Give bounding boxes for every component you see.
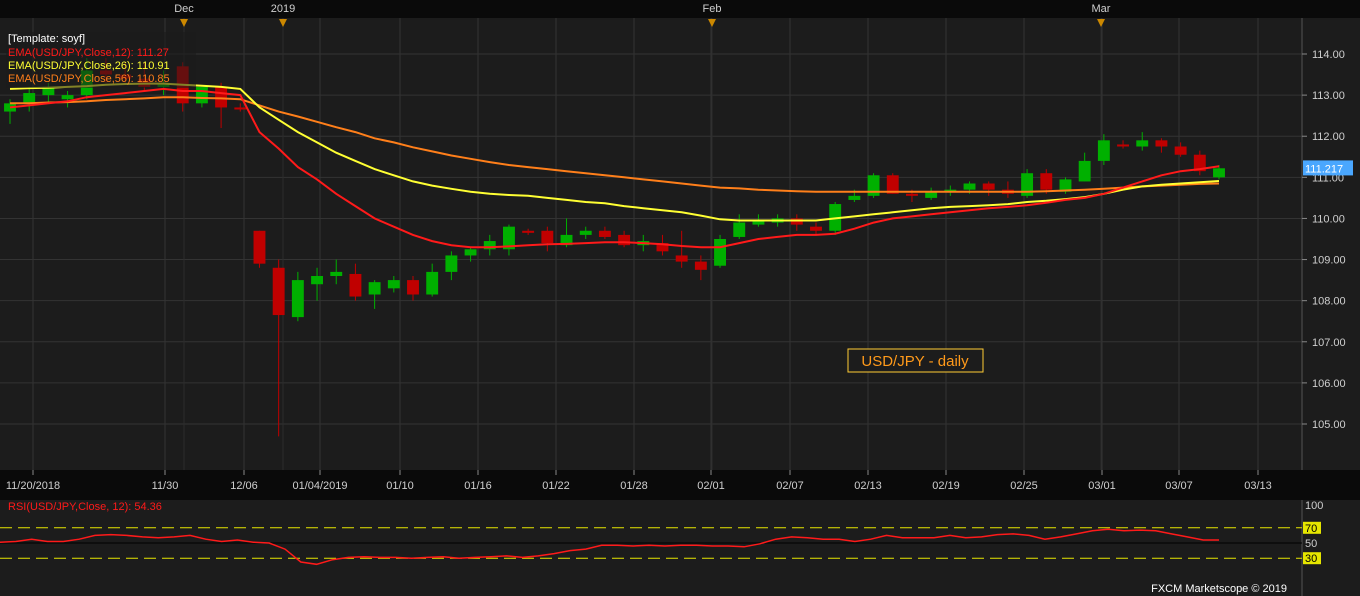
template-label: [Template: soyf] (8, 33, 85, 45)
date-label: 03/07 (1165, 480, 1193, 492)
candle (867, 173, 880, 198)
candle-body (234, 107, 247, 110)
date-label: 01/28 (620, 480, 648, 492)
date-label: 01/10 (386, 480, 414, 492)
date-label: 11/20/2018 (6, 480, 60, 492)
candle-body (291, 280, 304, 318)
candle-body (963, 183, 976, 190)
price-axis[interactable] (1302, 18, 1360, 470)
date-label: 03/01 (1088, 480, 1116, 492)
candle (1021, 169, 1034, 198)
chart-title: USD/JPY - daily (861, 353, 969, 370)
candle-body (426, 271, 439, 295)
rsi-tick-label: 70 (1305, 523, 1317, 535)
rsi-ticks: 100 70 50 30 (1303, 500, 1323, 565)
candle-body (982, 183, 995, 190)
chart-window: Dec 2019 Feb Mar [Template: soyf] EMA(USD/J… (0, 0, 1360, 596)
date-label: 02/07 (776, 480, 804, 492)
price-tick-label: 110.00 (1312, 213, 1345, 225)
price-tick-label: 113.00 (1312, 90, 1345, 102)
date-label: 11/30 (152, 480, 179, 492)
rsi-tick-label: 30 (1305, 553, 1317, 565)
legend-ema26: EMA(USD/JPY,Close,26): 110.91 (8, 60, 170, 72)
candle-body (694, 261, 707, 270)
top-marker-label: Mar (1092, 3, 1111, 15)
candle-body (1040, 173, 1053, 190)
price-tick-label: 114.00 (1312, 49, 1345, 61)
date-label: 02/13 (854, 480, 882, 492)
copyright: FXCM Marketscope © 2019 (1151, 583, 1287, 595)
current-price-label: 111.217 (1305, 163, 1343, 175)
price-tick-label: 107.00 (1312, 337, 1346, 349)
candle-body (330, 271, 343, 276)
date-label: 02/01 (697, 480, 725, 492)
candle-body (311, 276, 323, 285)
date-label: 01/04/2019 (292, 480, 347, 492)
rsi-legend: RSI(USD/JPY,Close, 12): 54.36 (8, 501, 162, 513)
candle (714, 234, 726, 268)
top-marker-label: 2019 (271, 3, 295, 15)
candle-body (195, 86, 208, 104)
price-tick-label: 108.00 (1312, 296, 1346, 308)
candle-body (464, 249, 477, 256)
candle-body (1136, 140, 1149, 147)
candle-body (1174, 146, 1187, 155)
candle-body (733, 222, 746, 237)
legend: [Template: soyf] EMA(USD/JPY,Close,12): … (6, 32, 196, 88)
candle-body (1097, 140, 1110, 161)
price-tick-label: 105.00 (1312, 419, 1346, 431)
candle-body (1155, 140, 1168, 147)
date-label: 03/13 (1244, 480, 1272, 492)
candle (253, 230, 266, 268)
price-tick-label: 112.00 (1312, 131, 1345, 143)
candle-body (790, 218, 803, 225)
chart-title-box: USD/JPY - daily (847, 348, 984, 373)
candle-body (598, 230, 611, 237)
candle-body (1213, 168, 1225, 178)
candle-body (618, 234, 631, 246)
date-label: 01/22 (542, 480, 570, 492)
candle-body (1117, 144, 1129, 147)
candle-body (61, 95, 74, 100)
candle-body (848, 195, 861, 200)
candle-body (906, 193, 918, 196)
candle-body (541, 230, 554, 244)
price-tick-label: 106.00 (1312, 378, 1346, 390)
date-label: 01/16 (464, 480, 492, 492)
candle-body (714, 239, 726, 266)
top-time-strip (0, 0, 1360, 18)
current-price-tag: 111.217 (1303, 160, 1353, 176)
candle-body (675, 255, 688, 262)
candle-body (253, 230, 266, 264)
legend-ema12: EMA(USD/JPY,Close,12): 111.27 (8, 47, 169, 59)
candle-body (579, 230, 592, 235)
top-marker-label: Dec (174, 3, 194, 15)
candle (886, 173, 899, 194)
top-marker-label: Feb (703, 3, 722, 15)
candle-body (445, 255, 458, 272)
legend-ema56: EMA(USD/JPY,Close,56): 110.85 (8, 73, 170, 85)
candle-body (349, 273, 362, 297)
candle-body (272, 267, 285, 316)
candle-body (867, 175, 880, 196)
candle-body (23, 93, 36, 104)
candle-body (215, 86, 228, 108)
rsi-panel[interactable] (0, 500, 1302, 596)
candle-body (810, 226, 822, 231)
candle-body (387, 280, 400, 289)
candle-body (368, 282, 381, 295)
rsi-tick-label: 50 (1305, 538, 1317, 550)
date-label: 02/19 (932, 480, 960, 492)
date-label: 02/25 (1010, 480, 1038, 492)
candle-body (1078, 160, 1091, 182)
price-tick-label: 109.00 (1312, 255, 1346, 267)
candle-body (407, 280, 419, 295)
date-label: 12/06 (230, 480, 258, 492)
candle-body (522, 230, 535, 233)
rsi-tick-label: 100 (1305, 500, 1323, 512)
